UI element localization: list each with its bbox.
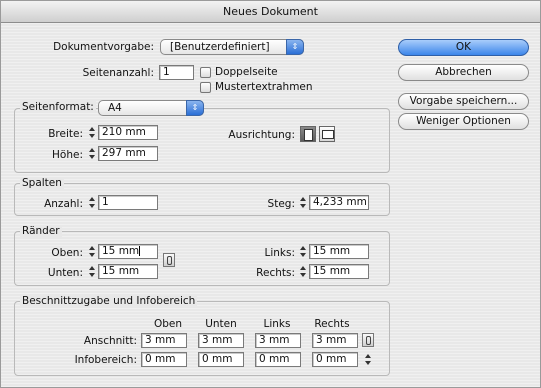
page-size-value: A4 (108, 102, 122, 114)
new-document-dialog: Neues Dokument Dokumentvorgabe: [Benutze… (0, 0, 541, 388)
portrait-orientation-icon[interactable] (300, 126, 316, 142)
columns-title: Spalten (20, 177, 64, 189)
bleed-left-field[interactable]: 3 mm (255, 333, 301, 348)
margin-right-label: Rechts: (256, 267, 295, 279)
margin-right-stepper-icon[interactable] (299, 264, 308, 279)
slug-stepper-icon[interactable] (364, 352, 373, 367)
page-size-label: Seitenformat: (20, 101, 96, 113)
master-text-frame-label: Mustertextrahmen (215, 81, 313, 93)
col-left-label: Links (263, 318, 291, 330)
page-size-popup[interactable]: A4 ⇕ (98, 100, 204, 116)
height-stepper-icon[interactable] (88, 146, 97, 161)
margin-top-stepper-icon[interactable] (88, 244, 97, 259)
bleed-bottom-field[interactable]: 3 mm (198, 333, 244, 348)
margin-top-label: Oben: (51, 247, 83, 259)
height-field[interactable]: 297 mm (98, 146, 158, 161)
fewer-options-button[interactable]: Weniger Optionen (398, 113, 529, 130)
margin-bottom-stepper-icon[interactable] (88, 264, 97, 279)
text-cursor (139, 246, 141, 256)
margin-left-stepper-icon[interactable] (299, 244, 308, 259)
number-of-pages-label: Seitenanzahl: (82, 67, 154, 79)
slug-left-field[interactable]: 0 mm (255, 352, 301, 367)
link-margins-chain-icon[interactable] (163, 253, 175, 267)
col-bottom-label: Unten (205, 318, 237, 330)
document-preset-popup[interactable]: [Benutzerdefiniert] ⇕ (160, 39, 304, 55)
number-of-pages-field[interactable]: 1 (159, 65, 194, 80)
margin-top-field[interactable]: 15 mm (98, 244, 158, 259)
gutter-label: Steg: (267, 198, 295, 210)
height-label: Höhe: (52, 149, 83, 161)
margin-bottom-label: Unten: (47, 267, 83, 279)
facing-pages-checkbox[interactable] (200, 67, 211, 78)
columns-number-label: Anzahl: (44, 198, 83, 210)
orientation-label: Ausrichtung: (228, 129, 295, 141)
document-preset-value: [Benutzerdefiniert] (170, 41, 270, 53)
margin-left-label: Links: (264, 247, 295, 259)
document-preset-label: Dokumentvorgabe: (53, 41, 154, 53)
popup-arrows-icon: ⇕ (186, 100, 204, 116)
cancel-button[interactable]: Abbrechen (398, 64, 529, 81)
gutter-field[interactable]: 4,233 mm (309, 195, 369, 210)
columns-number-field[interactable]: 1 (98, 195, 158, 210)
bleed-top-field[interactable]: 3 mm (141, 333, 187, 348)
link-bleed-chain-icon[interactable] (362, 333, 374, 347)
ok-button[interactable]: OK (398, 39, 529, 56)
facing-pages-label: Doppelseite (215, 66, 278, 78)
margin-right-field[interactable]: 15 mm (309, 264, 369, 279)
width-stepper-icon[interactable] (88, 125, 97, 140)
width-label: Breite: (48, 128, 83, 140)
gutter-stepper-icon[interactable] (299, 195, 308, 210)
margin-left-field[interactable]: 15 mm (309, 244, 369, 259)
bleed-right-field[interactable]: 3 mm (312, 333, 358, 348)
margin-bottom-field[interactable]: 15 mm (98, 264, 158, 279)
slug-top-field[interactable]: 0 mm (141, 352, 187, 367)
landscape-orientation-icon[interactable] (319, 126, 335, 142)
slug-label: Infobereich: (74, 354, 137, 366)
popup-arrows-icon: ⇕ (286, 39, 304, 55)
col-right-label: Rechts (314, 318, 350, 330)
bleed-slug-title: Beschnittzugabe und Infobereich (20, 295, 198, 307)
save-preset-button[interactable]: Vorgabe speichern... (398, 93, 529, 110)
width-field[interactable]: 210 mm (98, 125, 158, 140)
slug-right-field[interactable]: 0 mm (312, 352, 358, 367)
master-text-frame-checkbox[interactable] (200, 82, 211, 93)
window-title: Neues Dokument (1, 1, 540, 23)
bleed-label: Anschnitt: (83, 335, 137, 347)
margins-title: Ränder (20, 225, 62, 237)
columns-number-stepper-icon[interactable] (88, 195, 97, 210)
slug-bottom-field[interactable]: 0 mm (198, 352, 244, 367)
col-top-label: Oben (153, 318, 183, 330)
